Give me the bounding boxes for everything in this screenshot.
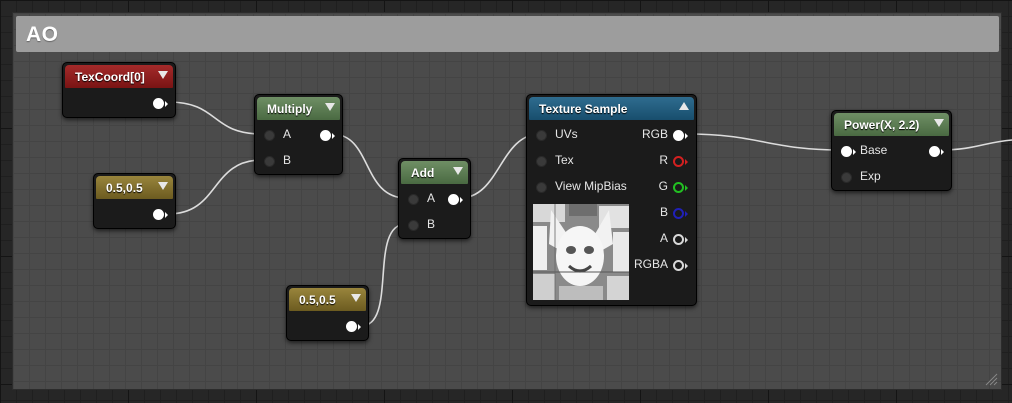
collapse-arrow-icon[interactable] <box>351 294 361 302</box>
constant-node-1[interactable]: 0.5,0.5 <box>93 173 176 229</box>
multiply-node-title: Multiply <box>267 101 313 116</box>
multiply-node[interactable]: Multiply A B <box>254 94 343 175</box>
power-input-base-pin[interactable] <box>841 146 856 157</box>
power-input-exp-pin[interactable] <box>841 172 852 183</box>
wire-multiply-to-add-a <box>331 133 407 199</box>
texture-output-r-pin[interactable] <box>673 156 688 167</box>
texture-input-uvs-label: UVs <box>555 127 578 141</box>
power-node[interactable]: Power(X, 2.2) Base Exp <box>831 110 952 191</box>
add-input-a-pin[interactable] <box>408 194 419 205</box>
texture-output-rgba-pin[interactable] <box>673 260 688 271</box>
texture-output-a-label: A <box>659 231 668 245</box>
texture-input-uvs-pin[interactable] <box>536 130 547 141</box>
add-node[interactable]: Add A B <box>398 158 471 239</box>
collapse-arrow-icon[interactable] <box>934 119 944 127</box>
collapse-arrow-icon[interactable] <box>158 182 168 190</box>
wire-texture-rgb-to-power-base <box>685 133 843 151</box>
add-input-a-label: A <box>427 191 436 205</box>
constant-node-1-title: 0.5,0.5 <box>106 180 143 195</box>
multiply-input-b-pin[interactable] <box>264 156 275 167</box>
texcoord-node[interactable]: TexCoord[0] <box>62 62 176 118</box>
texture-output-b-pin[interactable] <box>673 208 688 219</box>
texture-output-rgb-label: RGB <box>641 127 668 141</box>
texcoord-node-header[interactable]: TexCoord[0] <box>65 65 173 88</box>
texture-input-mipbias-pin[interactable] <box>536 182 547 193</box>
texture-output-rgba-label: RGBA <box>633 257 668 271</box>
power-input-base-label: Base <box>860 143 888 157</box>
texture-output-a-pin[interactable] <box>673 234 688 245</box>
add-node-title: Add <box>411 165 435 180</box>
power-input-exp-label: Exp <box>860 169 881 183</box>
multiply-input-a-label: A <box>283 127 292 141</box>
texture-input-mipbias-label: View MipBias <box>555 179 627 193</box>
texture-sample-node-header[interactable]: Texture Sample <box>529 97 694 120</box>
wire-texcoord-to-multiply-a <box>167 101 263 135</box>
texture-output-r-label: R <box>659 153 668 167</box>
multiply-input-a-pin[interactable] <box>264 130 275 141</box>
texture-sample-node[interactable]: Texture Sample UVs Tex View MipBias RGB … <box>526 94 697 306</box>
constant-node-2[interactable]: 0.5,0.5 <box>286 285 369 341</box>
multiply-input-b-label: B <box>283 153 292 167</box>
power-node-header[interactable]: Power(X, 2.2) <box>834 113 949 136</box>
constant-node-2-title: 0.5,0.5 <box>299 292 336 307</box>
texture-output-rgb-pin[interactable] <box>673 130 688 141</box>
collapse-arrow-up-icon[interactable] <box>679 102 689 110</box>
constant-2-output-pin[interactable] <box>346 321 361 332</box>
collapse-arrow-icon[interactable] <box>453 167 463 175</box>
power-node-title: Power(X, 2.2) <box>844 117 920 132</box>
add-input-b-pin[interactable] <box>408 220 419 231</box>
texcoord-output-pin[interactable] <box>153 98 168 109</box>
multiply-output-pin[interactable] <box>320 130 335 141</box>
texture-input-tex-label: Tex <box>555 153 574 167</box>
texture-input-tex-pin[interactable] <box>536 156 547 167</box>
wire-const1-to-multiply-b <box>167 159 263 215</box>
texcoord-node-title: TexCoord[0] <box>75 69 145 84</box>
texture-output-g-pin[interactable] <box>673 182 688 193</box>
texture-output-b-label: B <box>659 205 668 219</box>
texture-sample-node-title: Texture Sample <box>539 101 628 116</box>
collapse-arrow-icon[interactable] <box>325 103 335 111</box>
add-output-pin[interactable] <box>448 194 463 205</box>
collapse-arrow-icon[interactable] <box>158 71 168 79</box>
texture-output-g-label: G <box>658 179 668 193</box>
add-input-b-label: B <box>427 217 436 231</box>
constant-1-output-pin[interactable] <box>153 209 168 220</box>
power-output-pin[interactable] <box>929 146 944 157</box>
texture-preview-thumbnail <box>533 204 629 300</box>
